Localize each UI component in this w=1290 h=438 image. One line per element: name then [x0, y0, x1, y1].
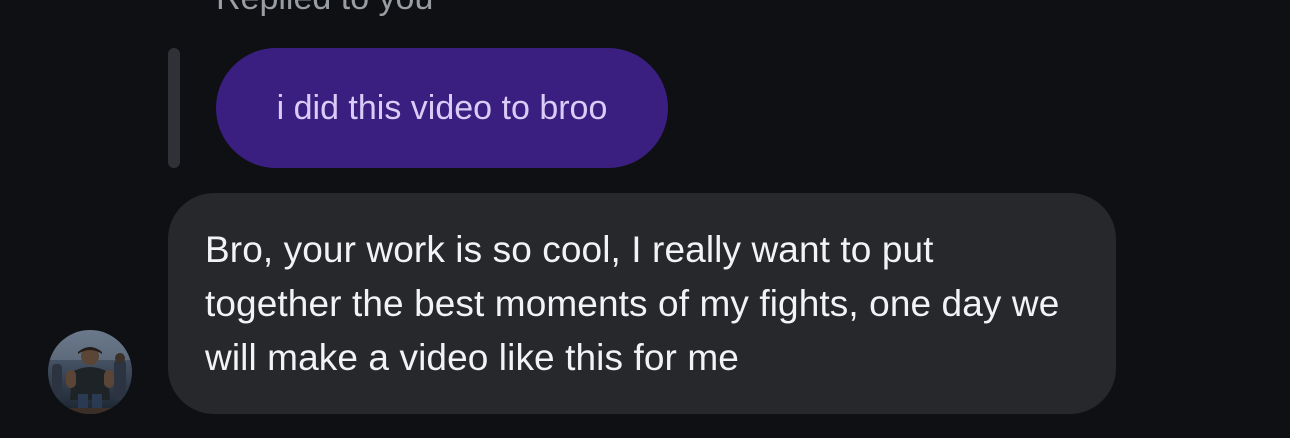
- received-message-bubble[interactable]: Bro, your work is so cool, I really want…: [168, 193, 1116, 414]
- replied-to-you-label: Replied to you: [216, 0, 433, 18]
- received-message-text: Bro, your work is so cool, I really want…: [205, 229, 1060, 378]
- quoted-message-bubble[interactable]: i did this video to broo: [216, 48, 668, 168]
- reply-indicator-bar: [168, 48, 180, 168]
- profile-photo-icon: [48, 330, 132, 414]
- quoted-message-text: i did this video to broo: [276, 89, 608, 127]
- sender-avatar[interactable]: [48, 330, 132, 414]
- chat-thread: Replied to you i did this video to broo …: [0, 0, 1290, 438]
